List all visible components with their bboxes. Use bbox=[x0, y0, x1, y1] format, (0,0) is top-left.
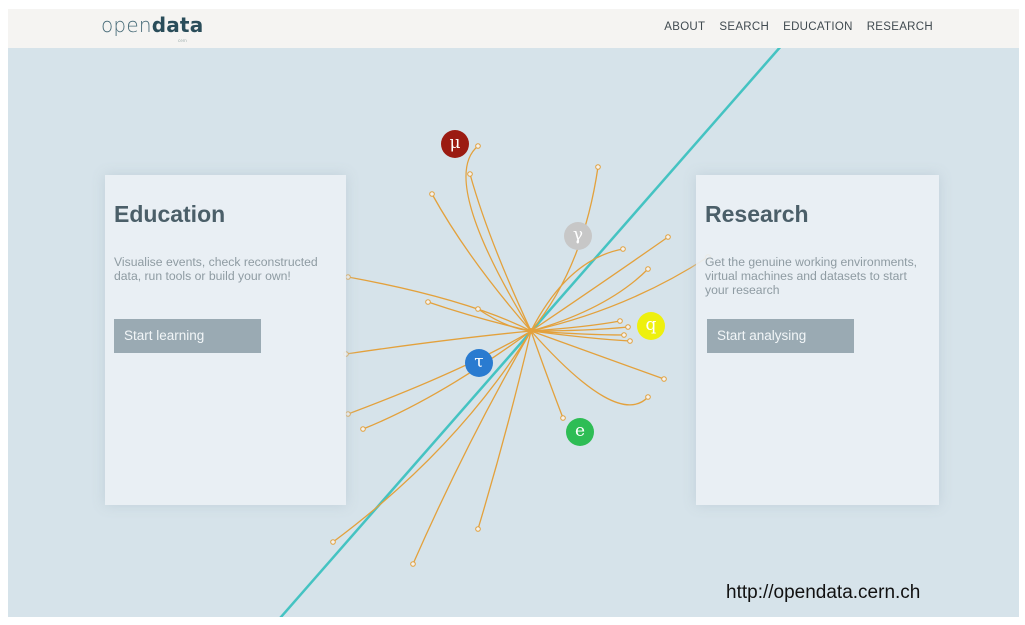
track-end-9 bbox=[621, 332, 627, 338]
track-end-14 bbox=[425, 299, 431, 305]
nav-education[interactable]: EDUCATION bbox=[783, 21, 853, 33]
logo-data: data bbox=[151, 13, 204, 37]
nav-research[interactable]: RESEARCH bbox=[867, 21, 933, 33]
education-panel: Education Visualise events, check recons… bbox=[105, 175, 346, 505]
track-end-15 bbox=[475, 306, 481, 312]
start-analysing-button[interactable]: Start analysing bbox=[707, 319, 854, 353]
track-end-1 bbox=[467, 171, 473, 177]
tau-icon: τ bbox=[465, 349, 493, 377]
track-end-10 bbox=[627, 338, 633, 344]
track-end-7 bbox=[617, 318, 623, 324]
track-end-16 bbox=[345, 274, 351, 280]
photon-icon: γ bbox=[564, 222, 592, 250]
education-title: Education bbox=[114, 201, 226, 227]
track-end-3 bbox=[595, 164, 601, 170]
track-end-21 bbox=[410, 561, 416, 567]
main-nav: ABOUT SEARCH EDUCATION RESEARCH bbox=[664, 21, 933, 33]
muon-icon: μ bbox=[441, 130, 469, 158]
track-end-13 bbox=[560, 415, 566, 421]
top-navigation-bar: opendata cern ABOUT SEARCH EDUCATION RES… bbox=[8, 9, 1019, 48]
track-end-5 bbox=[665, 234, 671, 240]
track-end-18 bbox=[345, 411, 351, 417]
research-panel: Research Get the genuine working environ… bbox=[696, 175, 939, 505]
opendata-logo[interactable]: opendata bbox=[101, 13, 203, 37]
website-url[interactable]: http://opendata.cern.ch bbox=[726, 582, 920, 604]
track-end-23 bbox=[645, 266, 651, 272]
track-end-0 bbox=[475, 143, 481, 149]
nav-about[interactable]: ABOUT bbox=[664, 21, 705, 33]
start-learning-button[interactable]: Start learning bbox=[114, 319, 261, 353]
electron-icon: e bbox=[566, 418, 594, 446]
muon-symbol: μ bbox=[449, 133, 461, 153]
track-end-19 bbox=[360, 426, 366, 432]
track-14 bbox=[427, 301, 532, 332]
track-20 bbox=[332, 330, 532, 543]
research-description: Get the genuine working environments, vi… bbox=[705, 255, 918, 297]
screen-frame: opendata cern ABOUT SEARCH EDUCATION RES… bbox=[8, 9, 1019, 617]
photon-symbol: γ bbox=[572, 225, 584, 245]
track-end-22 bbox=[475, 526, 481, 532]
electron-symbol: e bbox=[574, 421, 586, 441]
research-title: Research bbox=[705, 201, 809, 227]
track-3 bbox=[530, 166, 599, 332]
quark-symbol: q bbox=[645, 315, 657, 335]
track-end-2 bbox=[429, 191, 435, 197]
collision-vertex bbox=[528, 328, 534, 334]
track-end-20 bbox=[330, 539, 336, 545]
track-end-4 bbox=[620, 246, 626, 252]
track-0 bbox=[465, 145, 532, 332]
quark-icon: q bbox=[637, 312, 665, 340]
education-description: Visualise events, check reconstructed da… bbox=[114, 255, 318, 283]
track-end-12 bbox=[645, 394, 651, 400]
particle-tracks bbox=[332, 145, 709, 565]
logo-open: open bbox=[101, 13, 152, 37]
track-end-11 bbox=[661, 376, 667, 382]
logo-subtitle: cern bbox=[178, 38, 187, 43]
track-endpoints bbox=[330, 143, 711, 567]
tau-symbol: τ bbox=[474, 352, 484, 372]
track-23 bbox=[530, 268, 649, 332]
nav-search[interactable]: SEARCH bbox=[719, 21, 769, 33]
track-13 bbox=[530, 330, 564, 419]
track-end-8 bbox=[625, 324, 631, 330]
